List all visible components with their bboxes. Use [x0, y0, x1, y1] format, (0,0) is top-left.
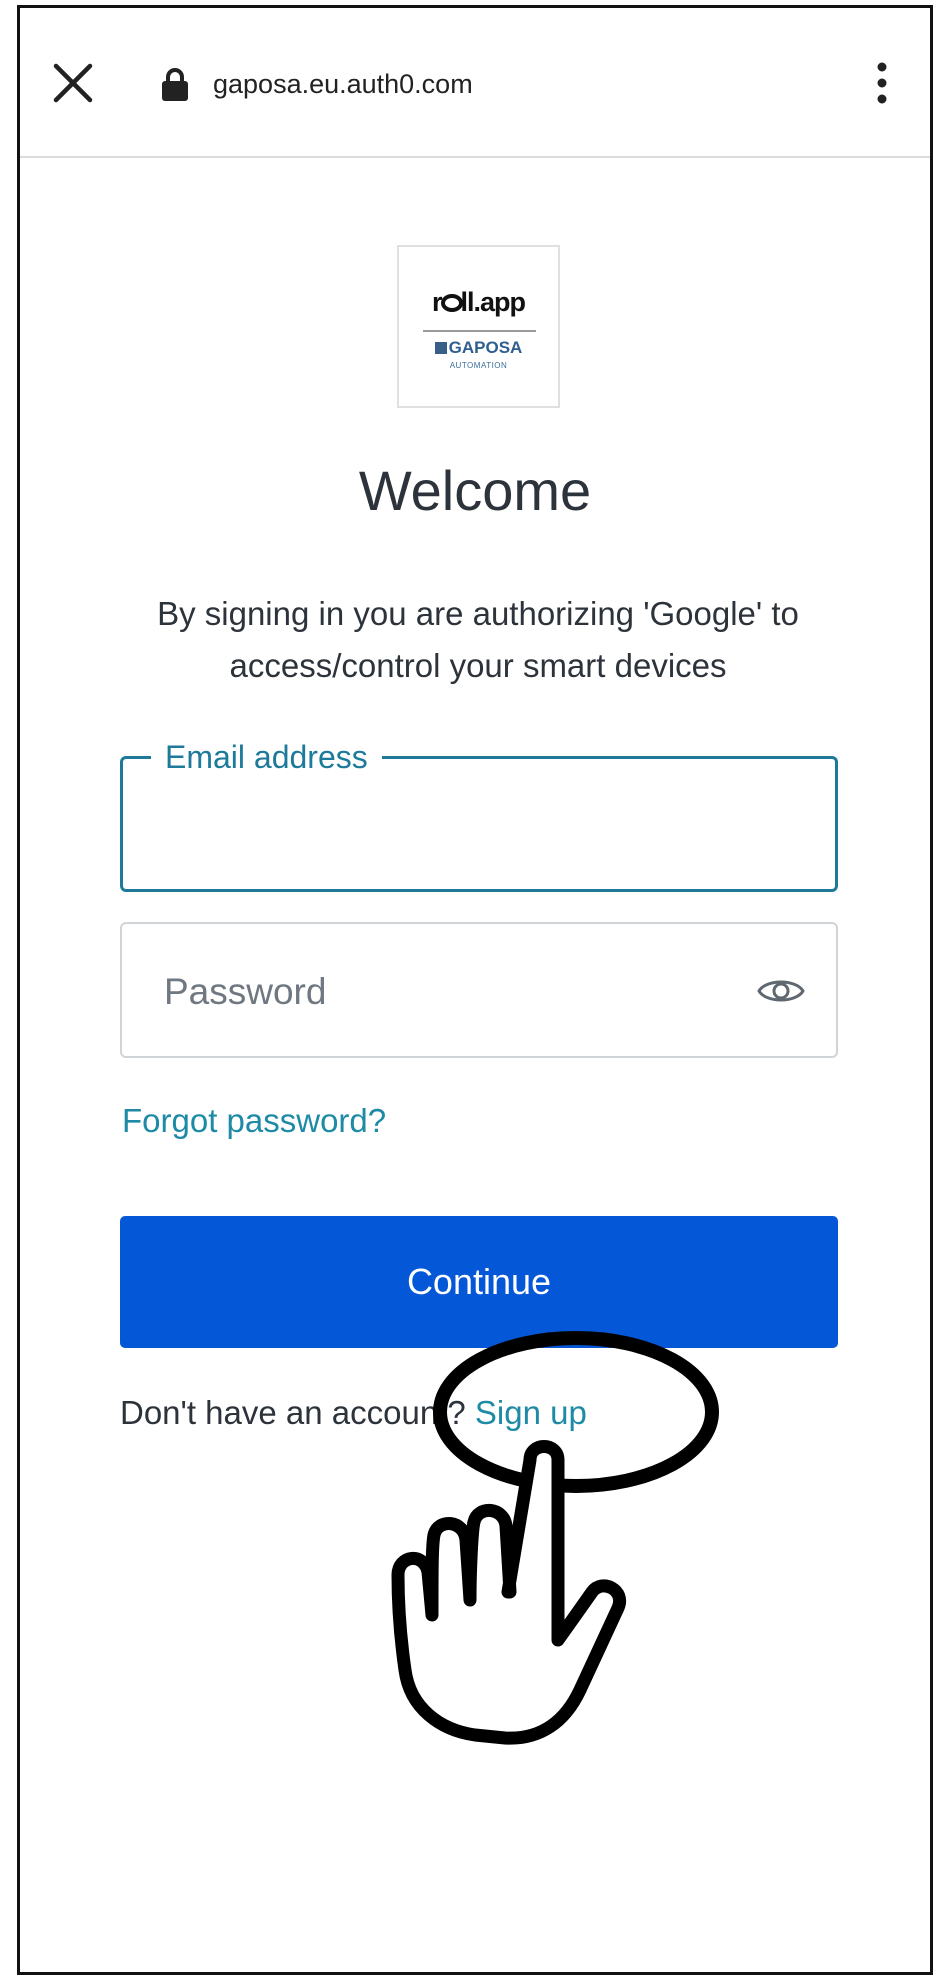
logo-app-name: r ll.app: [431, 287, 526, 317]
signup-row: Don't have an account? Sign up: [120, 1394, 587, 1432]
signup-link[interactable]: Sign up: [475, 1394, 587, 1431]
logo-brand: GAPOSA: [399, 338, 558, 358]
continue-button[interactable]: Continue: [120, 1216, 838, 1348]
device-frame: gaposa.eu.auth0.com r ll.app GAPOSA AUTOM…: [17, 5, 933, 1975]
forgot-password-link[interactable]: Forgot password?: [122, 1102, 386, 1140]
eye-icon[interactable]: [756, 968, 806, 1014]
page-title: Welcome: [358, 459, 592, 522]
email-label: Email address: [151, 737, 382, 777]
logo-tagline: AUTOMATION: [449, 361, 508, 370]
tap-hand-icon: [391, 1331, 719, 1745]
email-field[interactable]: Email address: [120, 737, 838, 892]
lock-icon: [162, 68, 188, 101]
more-vert-icon[interactable]: [872, 60, 892, 106]
close-icon[interactable]: [50, 60, 96, 106]
app-logo: r ll.app GAPOSA AUTOMATION: [397, 245, 560, 408]
browser-toolbar: gaposa.eu.auth0.com: [20, 8, 930, 158]
email-input[interactable]: [159, 799, 783, 851]
url-text[interactable]: gaposa.eu.auth0.com: [213, 66, 473, 102]
signup-prompt: Don't have an account?: [120, 1394, 466, 1431]
password-field[interactable]: [120, 922, 838, 1058]
logo-divider: [423, 330, 536, 332]
page-subtitle: By signing in you are authorizing 'Googl…: [157, 595, 799, 684]
password-input[interactable]: [162, 964, 706, 1020]
